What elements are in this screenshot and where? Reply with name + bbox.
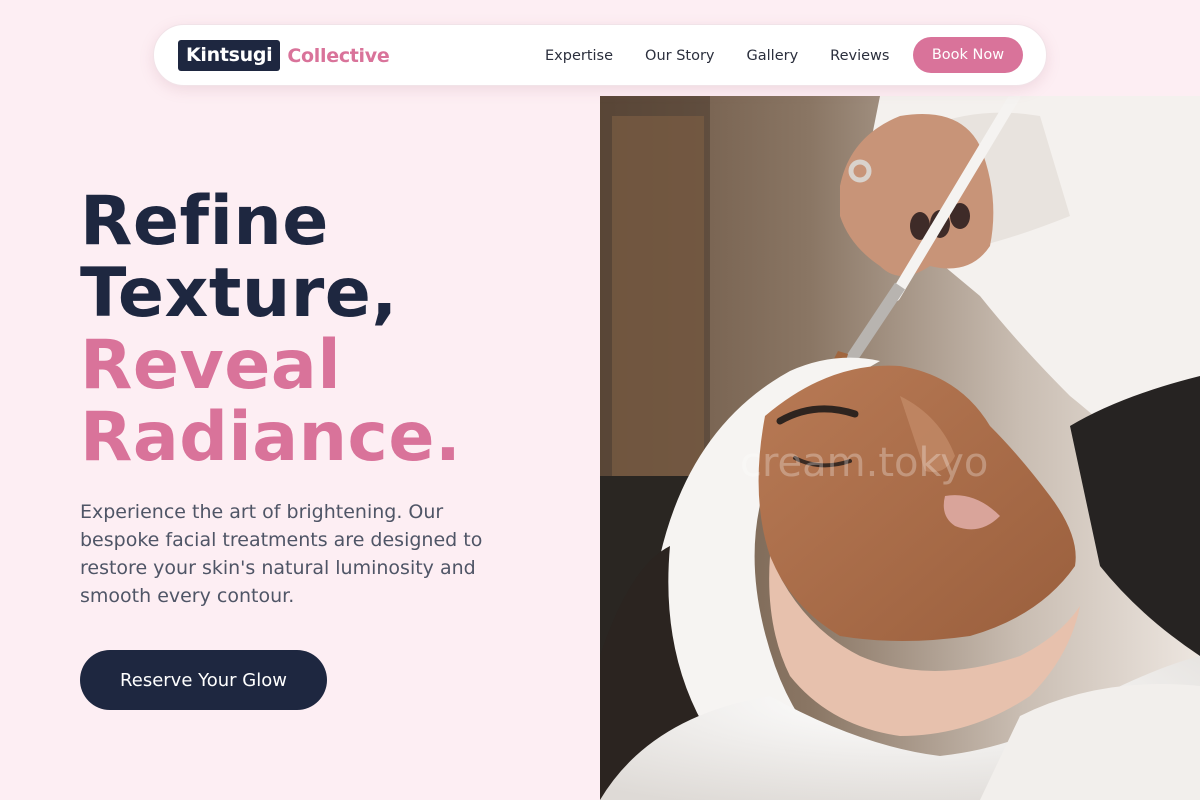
image-watermark: cream.tokyo: [740, 440, 988, 486]
hero-headline: Refine Texture, Reveal Radiance.: [80, 186, 461, 474]
brand-logo[interactable]: Kintsugi Collective: [178, 40, 390, 71]
headline-line-4: Radiance.: [80, 398, 462, 477]
nav-link-our-story[interactable]: Our Story: [645, 48, 714, 64]
top-navigation: Kintsugi Collective Expertise Our Story …: [153, 24, 1047, 86]
nav-links: Expertise Our Story Gallery Reviews: [545, 25, 921, 87]
headline-line-3: Reveal: [80, 326, 342, 405]
nav-link-reviews[interactable]: Reviews: [830, 48, 889, 64]
headline-line-1: Refine: [80, 182, 329, 261]
headline-line-2: Texture,: [80, 254, 398, 333]
brand-name-primary: Kintsugi: [178, 40, 281, 71]
hero-description: Experience the art of brightening. Our b…: [80, 501, 483, 607]
book-now-button[interactable]: Book Now: [913, 37, 1023, 73]
hero-image-facial-treatment: cream.tokyo: [600, 96, 1200, 800]
nav-link-gallery[interactable]: Gallery: [747, 48, 799, 64]
nav-link-expertise[interactable]: Expertise: [545, 48, 613, 64]
reserve-your-glow-button[interactable]: Reserve Your Glow: [80, 650, 327, 710]
brand-name-secondary: Collective: [287, 44, 390, 67]
facial-treatment-illustration: cream.tokyo: [600, 96, 1200, 800]
